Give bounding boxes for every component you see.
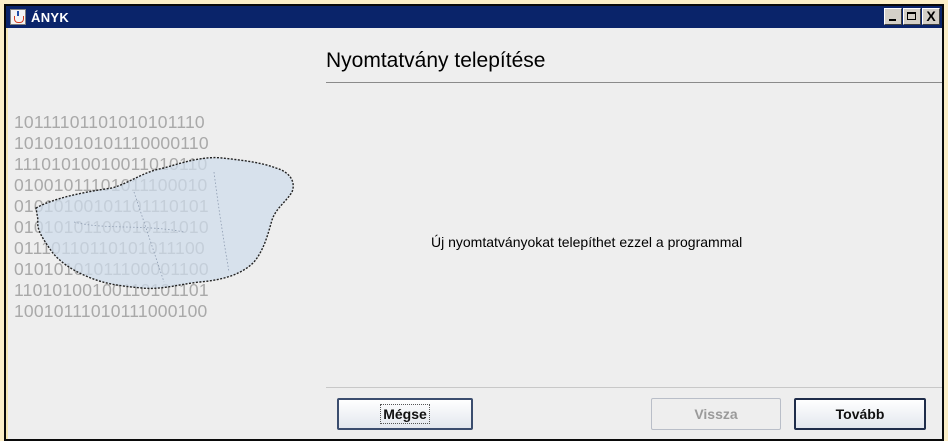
window-titlebar[interactable]: ÁNYK X	[6, 6, 942, 28]
close-button[interactable]: X	[922, 8, 940, 25]
window-controls: X	[884, 8, 940, 25]
minimize-button[interactable]	[884, 8, 902, 25]
maximize-button[interactable]	[903, 8, 921, 25]
page-title: Nyomtatvány telepítése	[326, 49, 546, 72]
java-app-icon	[10, 9, 26, 25]
close-icon: X	[926, 8, 936, 24]
cancel-button-label: Mégse	[380, 404, 430, 424]
next-button[interactable]: Tovább	[794, 398, 926, 430]
binary-decoration: 10111101101010101110 1010101010111000011…	[14, 112, 302, 376]
next-button-label: Tovább	[835, 406, 885, 422]
cancel-button[interactable]: Mégse	[337, 398, 473, 430]
hungary-map-icon	[35, 156, 294, 290]
info-message: Új nyomtatványokat telepíthet ezzel a pr…	[431, 234, 743, 250]
footer-divider	[326, 387, 942, 388]
back-button[interactable]: Vissza	[651, 398, 781, 430]
title-divider	[326, 82, 942, 83]
installer-window: ÁNYK X 10111101101010101110 101010101011…	[4, 4, 944, 441]
back-button-label: Vissza	[694, 406, 738, 422]
window-left-edge	[6, 28, 8, 439]
window-title: ÁNYK	[31, 9, 70, 25]
